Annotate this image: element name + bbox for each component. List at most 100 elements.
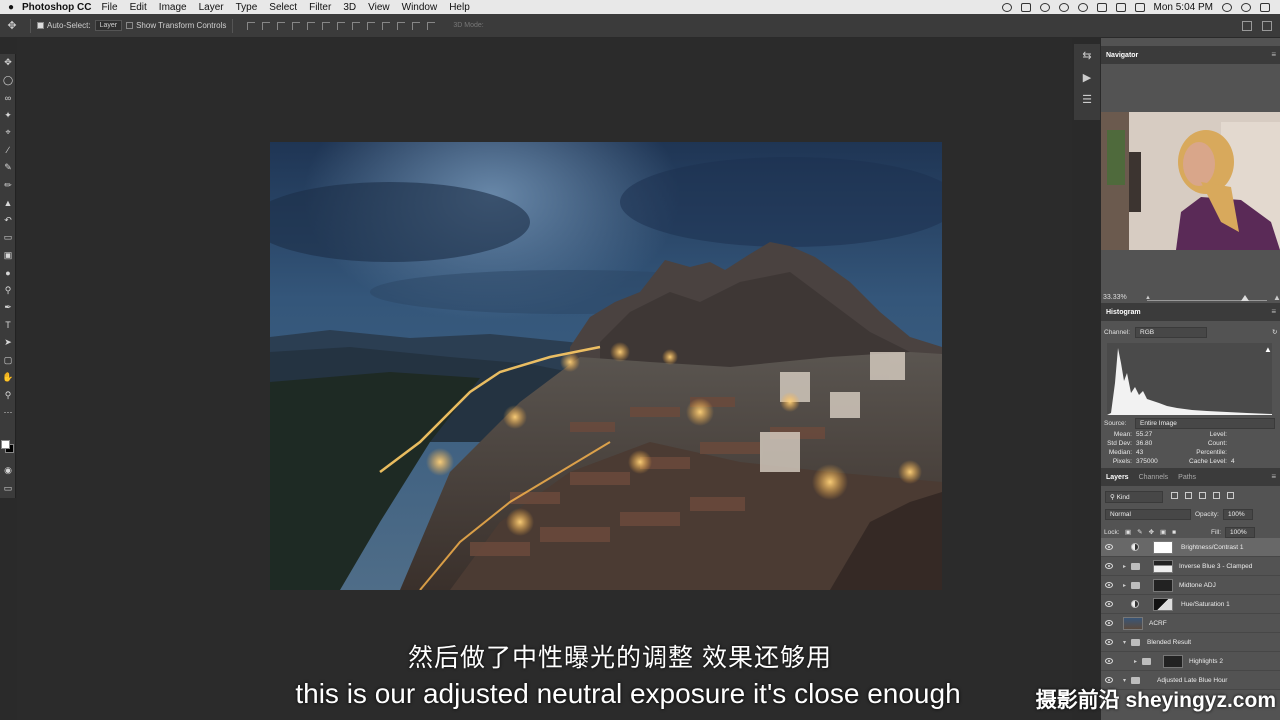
distribute-bottom-icon[interactable] xyxy=(367,21,376,30)
eraser-tool-icon[interactable]: ▭ xyxy=(0,229,16,247)
rectangle-tool-icon[interactable]: ▢ xyxy=(0,352,16,370)
distribute-top-icon[interactable] xyxy=(337,21,346,30)
actions-panel-icon[interactable]: ▶ xyxy=(1074,66,1100,88)
history-brush-tool-icon[interactable]: ↶ xyxy=(0,212,16,230)
dropbox-icon[interactable] xyxy=(1058,2,1069,12)
tab-histogram[interactable]: Histogram xyxy=(1106,309,1141,316)
collapse-caret-icon[interactable]: ▾ xyxy=(1123,677,1126,684)
tab-paths[interactable]: Paths xyxy=(1178,474,1196,481)
screen-mode-icon[interactable]: ▭ xyxy=(0,480,16,498)
distribute-right-icon[interactable] xyxy=(412,21,421,30)
type-tool-icon[interactable]: T xyxy=(0,317,16,335)
warning-icon[interactable]: ▲ xyxy=(1264,345,1272,354)
document-image[interactable] xyxy=(270,142,942,590)
auto-align-icon[interactable] xyxy=(427,21,436,30)
workspace-switcher-icon[interactable] xyxy=(1262,20,1272,31)
expand-caret-icon[interactable]: ▸ xyxy=(1134,658,1137,665)
quick-select-tool-icon[interactable]: ✦ xyxy=(0,107,16,125)
layer-name[interactable]: Blended Result xyxy=(1147,639,1191,646)
navigator-zoom-knob[interactable] xyxy=(1241,295,1249,301)
panel-menu-icon[interactable]: ≡ xyxy=(1271,307,1276,316)
align-top-icon[interactable] xyxy=(247,21,256,30)
panel-menu-icon[interactable]: ≡ xyxy=(1271,472,1276,481)
battery-icon[interactable] xyxy=(1134,2,1145,12)
record-icon[interactable] xyxy=(1001,2,1012,12)
app-status-icon[interactable] xyxy=(1020,2,1031,12)
layer-name[interactable]: Highlights 2 xyxy=(1189,658,1223,665)
menu-3d[interactable]: 3D xyxy=(343,2,356,13)
layer-row[interactable]: Brightness/Contrast 1 xyxy=(1101,538,1280,557)
move-tool-preset-icon[interactable]: ✥ xyxy=(0,19,24,32)
navigator-zoom-slider[interactable] xyxy=(1147,295,1267,301)
auto-select-dropdown[interactable]: Layer xyxy=(94,20,123,31)
expand-caret-icon[interactable]: ▸ xyxy=(1123,582,1126,589)
path-selection-tool-icon[interactable]: ➤ xyxy=(0,334,16,352)
opacity-input[interactable]: 100% xyxy=(1223,509,1253,520)
navigator-preview[interactable] xyxy=(1101,112,1280,250)
lasso-tool-icon[interactable]: ∞ xyxy=(0,89,16,107)
zoom-in-mountain-icon[interactable]: ▲ xyxy=(1273,293,1280,302)
wifi-icon[interactable] xyxy=(1077,2,1088,12)
layer-name[interactable]: Adjusted Late Blue Hour xyxy=(1157,677,1227,684)
align-vcenter-icon[interactable] xyxy=(262,21,271,30)
visibility-eye-icon[interactable] xyxy=(1105,582,1113,588)
align-bottom-icon[interactable] xyxy=(277,21,286,30)
healing-brush-tool-icon[interactable]: ✎ xyxy=(0,159,16,177)
layer-thumbnail[interactable] xyxy=(1123,617,1143,630)
auto-select-checkbox[interactable] xyxy=(37,22,44,29)
tab-navigator[interactable]: Navigator xyxy=(1106,52,1138,59)
hand-tool-icon[interactable]: ✋ xyxy=(0,369,16,387)
fill-input[interactable]: 100% xyxy=(1225,527,1255,538)
menu-window[interactable]: Window xyxy=(402,2,438,13)
menu-edit[interactable]: Edit xyxy=(130,2,147,13)
filter-shape-icon[interactable] xyxy=(1213,492,1220,499)
layer-mask-thumbnail[interactable] xyxy=(1163,655,1183,668)
layer-row[interactable]: ACRF xyxy=(1101,614,1280,633)
marquee-tool-icon[interactable]: ◯ xyxy=(0,72,16,90)
menu-filter[interactable]: Filter xyxy=(309,2,331,13)
transform-controls-checkbox[interactable] xyxy=(126,22,134,29)
zoom-tool-icon[interactable]: ⚲ xyxy=(0,387,16,405)
layer-row[interactable]: ▾ Blended Result xyxy=(1101,633,1280,652)
menu-select[interactable]: Select xyxy=(269,2,297,13)
spotlight-search-icon[interactable] xyxy=(1222,2,1232,12)
history-panel-icon[interactable]: ⇆ xyxy=(1074,44,1100,66)
expand-caret-icon[interactable]: ▸ xyxy=(1123,563,1126,570)
layer-row[interactable]: ▸ Highlights 2 xyxy=(1101,652,1280,671)
eyedropper-tool-icon[interactable]: ∕ xyxy=(0,142,16,160)
menu-view[interactable]: View xyxy=(368,2,390,13)
layer-name[interactable]: Brightness/Contrast 1 xyxy=(1181,544,1244,551)
visibility-eye-icon[interactable] xyxy=(1105,639,1113,645)
visibility-eye-icon[interactable] xyxy=(1105,544,1113,550)
distribute-vcenter-icon[interactable] xyxy=(352,21,361,30)
filter-type-icon[interactable] xyxy=(1199,492,1206,499)
quick-mask-icon[interactable]: ◉ xyxy=(0,462,16,480)
crop-tool-icon[interactable]: ⌖ xyxy=(0,124,16,142)
notification-center-icon[interactable] xyxy=(1260,2,1270,12)
menu-layer[interactable]: Layer xyxy=(199,2,224,13)
layer-row[interactable]: ▸ Inverse Blue 3 - Clamped xyxy=(1101,557,1280,576)
filter-smart-object-icon[interactable] xyxy=(1227,492,1234,499)
menu-file[interactable]: File xyxy=(101,2,117,13)
blend-mode-dropdown[interactable]: Normal xyxy=(1105,509,1191,520)
layer-row[interactable]: Hue/Saturation 1 xyxy=(1101,595,1280,614)
move-tool-icon[interactable]: ✥ xyxy=(0,54,16,72)
menu-help[interactable]: Help xyxy=(449,2,470,13)
properties-panel-icon[interactable]: ☰ xyxy=(1074,88,1100,110)
distribute-hcenter-icon[interactable] xyxy=(397,21,406,30)
refresh-icon[interactable]: ↻ xyxy=(1272,328,1277,336)
navigator-zoom-value[interactable]: 33.33% xyxy=(1103,294,1127,301)
align-left-icon[interactable] xyxy=(292,21,301,30)
visibility-eye-icon[interactable] xyxy=(1105,601,1113,607)
menu-type[interactable]: Type xyxy=(236,2,258,13)
tab-channels[interactable]: Channels xyxy=(1139,474,1169,481)
foreground-color-swatch[interactable] xyxy=(1,440,10,449)
visibility-eye-icon[interactable] xyxy=(1105,563,1113,569)
lock-icons[interactable]: ▣✎✥▣■ xyxy=(1125,528,1182,536)
layer-name[interactable]: Inverse Blue 3 - Clamped xyxy=(1179,563,1252,570)
app-menu[interactable]: Photoshop CC xyxy=(22,2,91,13)
distribute-left-icon[interactable] xyxy=(382,21,391,30)
pen-tool-icon[interactable]: ✒ xyxy=(0,299,16,317)
gradient-tool-icon[interactable]: ▣ xyxy=(0,247,16,265)
clock[interactable]: Mon 5:04 PM xyxy=(1154,2,1213,13)
